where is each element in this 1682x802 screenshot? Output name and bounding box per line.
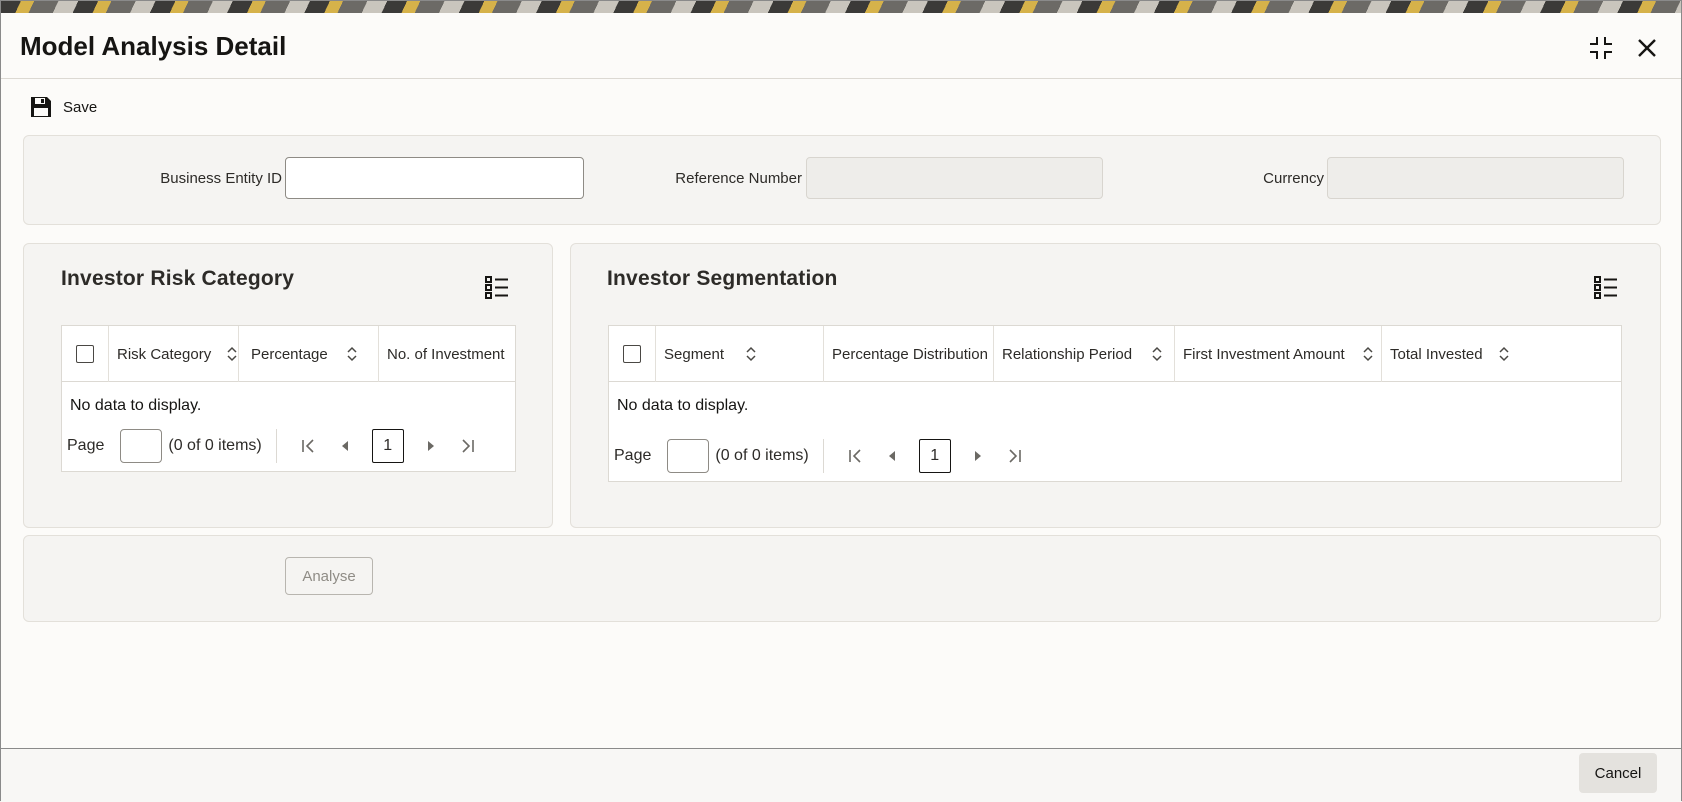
items-count: (0 of 0 items) (715, 447, 809, 464)
last-page-icon[interactable] (1001, 443, 1027, 469)
page-label: Page (614, 447, 652, 464)
pagination: Page (0 of 0 items) 1 (614, 439, 1032, 473)
column-label: Percentage Distribution (832, 345, 988, 363)
current-page-button[interactable]: 1 (918, 439, 951, 473)
column-header-total-invested[interactable]: Total Invested (1382, 326, 1621, 382)
save-button[interactable]: Save (29, 93, 97, 121)
divider (275, 429, 277, 463)
column-label: No. of Investment (387, 345, 505, 363)
sort-icon[interactable] (1361, 346, 1375, 362)
save-icon (31, 97, 51, 117)
empty-message: No data to display. (617, 397, 749, 414)
column-label: Risk Category (117, 345, 212, 363)
previous-page-icon[interactable] (332, 433, 358, 459)
list-view-icon[interactable] (1593, 274, 1619, 300)
reference-number-input (806, 157, 1103, 199)
table-header: Segment Percentage Distribution Relation… (609, 326, 1621, 382)
collapse-icon[interactable] (1586, 33, 1616, 63)
risk-category-title: Investor Risk Category (61, 267, 295, 290)
select-all-cell (62, 326, 109, 382)
risk-category-panel: Investor Risk Category Risk Category Per… (23, 243, 553, 528)
reference-number-label: Reference Number (675, 170, 802, 187)
column-header-relationship-period[interactable]: Relationship Period (994, 326, 1175, 382)
column-label: Total Invested (1390, 345, 1483, 363)
column-label: First Investment Amount (1183, 345, 1345, 363)
segmentation-table: Segment Percentage Distribution Relation… (608, 325, 1622, 482)
empty-message: No data to display. (70, 397, 202, 414)
divider (822, 439, 824, 473)
page-number-input[interactable] (667, 439, 710, 473)
analyse-panel (23, 535, 1661, 622)
decorative-banner (1, 1, 1681, 13)
next-page-icon[interactable] (418, 433, 444, 459)
next-page-icon[interactable] (965, 443, 991, 469)
segmentation-title: Investor Segmentation (607, 267, 838, 290)
page-number-input[interactable] (120, 429, 163, 463)
items-count: (0 of 0 items) (168, 437, 262, 454)
sort-icon[interactable] (744, 346, 758, 362)
column-header-percentage[interactable]: Percentage (243, 326, 379, 382)
select-all-checkbox[interactable] (76, 345, 94, 363)
business-entity-id-input[interactable] (285, 157, 584, 199)
column-header-risk-category[interactable]: Risk Category (109, 326, 239, 382)
column-label: Percentage (251, 345, 328, 363)
column-header-percentage-distribution[interactable]: Percentage Distribution (824, 326, 994, 382)
table-header: Risk Category Percentage No. of Investme… (62, 326, 515, 382)
column-label: Segment (664, 345, 725, 363)
header-fields-panel: Business Entity ID Reference Number Curr… (23, 135, 1661, 225)
cancel-button[interactable]: Cancel (1579, 753, 1657, 793)
sort-icon[interactable] (1497, 346, 1511, 362)
currency-label: Currency (1263, 170, 1324, 187)
page-label: Page (67, 437, 105, 454)
analyse-button[interactable]: Analyse (285, 557, 373, 595)
previous-page-icon[interactable] (879, 443, 905, 469)
first-page-icon[interactable] (296, 433, 322, 459)
pagination: Page (0 of 0 items) 1 (67, 429, 485, 463)
segmentation-panel: Investor Segmentation Segment Percentage… (570, 243, 1661, 528)
sort-icon[interactable] (345, 346, 359, 362)
list-view-icon[interactable] (484, 274, 510, 300)
column-label: Relationship Period (1002, 345, 1133, 363)
select-all-cell (609, 326, 656, 382)
column-header-first-investment-amount[interactable]: First Investment Amount (1175, 326, 1382, 382)
sort-icon[interactable] (225, 346, 239, 362)
footer-bar (1, 748, 1681, 802)
last-page-icon[interactable] (454, 433, 480, 459)
current-page-button[interactable]: 1 (371, 429, 404, 463)
page-title: Model Analysis Detail (20, 31, 287, 61)
select-all-checkbox[interactable] (623, 345, 641, 363)
sort-icon[interactable] (1150, 346, 1164, 362)
risk-category-table: Risk Category Percentage No. of Investme… (61, 325, 516, 472)
column-header-no-of-investment[interactable]: No. of Investment (379, 326, 515, 382)
save-label: Save (63, 98, 98, 116)
currency-input (1327, 157, 1624, 199)
business-entity-id-label: Business Entity ID (160, 170, 282, 187)
close-icon[interactable] (1632, 33, 1662, 63)
first-page-icon[interactable] (843, 443, 869, 469)
model-analysis-window: Model Analysis Detail Save Business Enti… (0, 0, 1682, 802)
column-header-segment[interactable]: Segment (656, 326, 824, 382)
title-bar: Model Analysis Detail (1, 13, 1681, 79)
